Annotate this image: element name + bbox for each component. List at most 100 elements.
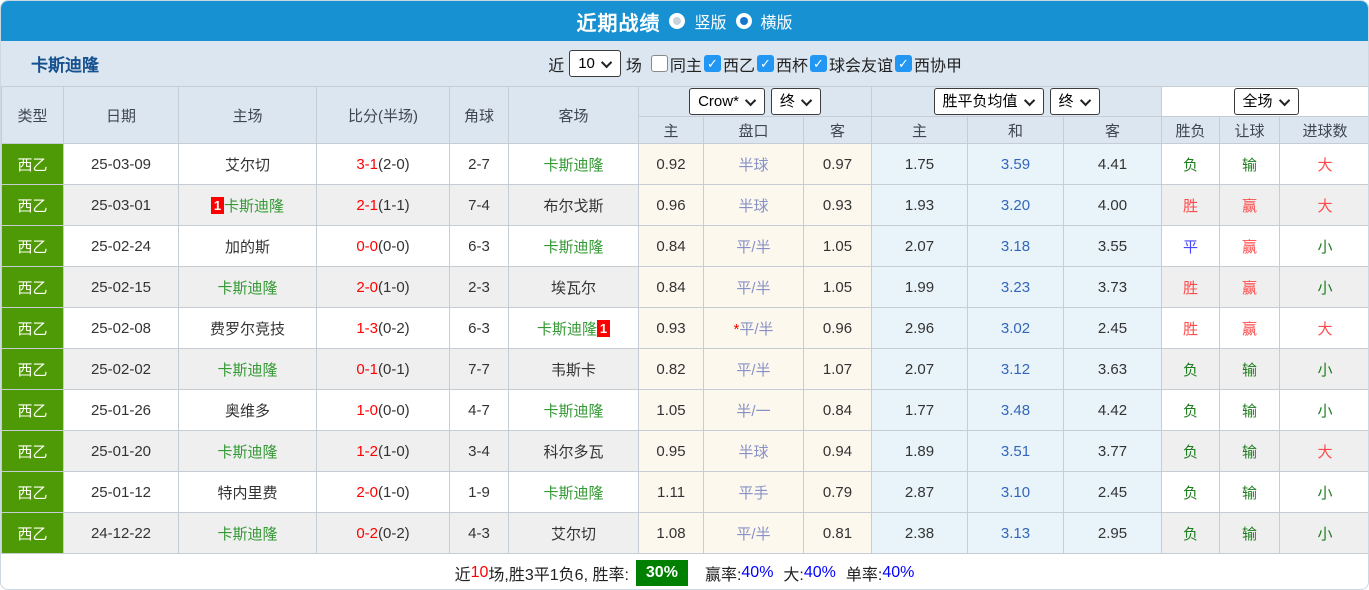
- subcol-result: 胜负: [1161, 116, 1221, 144]
- handicap-away-odds-cell: 0.93: [802, 184, 873, 226]
- handicap-home-odds-cell: 0.95: [638, 430, 704, 472]
- col-header-home: 主场: [178, 86, 317, 144]
- league-cell: 西乙: [1, 471, 64, 513]
- handicap-away-odds-cell: 1.05: [802, 266, 873, 308]
- team-name-heading: 卡斯迪隆: [31, 56, 99, 75]
- recent-count-value: 10: [578, 55, 595, 72]
- score-cell: 3-1(2-0): [316, 143, 450, 185]
- date-cell: 25-02-24: [63, 225, 179, 267]
- handicap-home-odds-cell: 0.93: [638, 307, 704, 349]
- halftime-score: (0-1): [378, 360, 410, 378]
- handicap-away-odds-cell: 0.84: [802, 389, 873, 431]
- avg-odds-select[interactable]: 胜平负均值: [933, 88, 1044, 115]
- home-team-cell: 特内里费: [178, 471, 317, 513]
- col-header-date: 日期: [63, 86, 179, 144]
- score-cell: 2-0(1-0): [316, 471, 450, 513]
- filter-checkbox[interactable]: ✓: [894, 55, 912, 72]
- filter-checkbox-label[interactable]: 同主: [670, 52, 702, 76]
- league-cell: 西乙: [1, 143, 64, 185]
- team-name: 卡斯迪隆: [217, 525, 278, 543]
- result-cell: 胜: [1161, 266, 1221, 308]
- date-cell: 25-01-12: [63, 471, 179, 513]
- home-team-cell: 费罗尔竞技: [178, 307, 317, 349]
- filter-checkbox[interactable]: ✓: [756, 55, 774, 72]
- handicap-line-cell: 平手: [703, 471, 804, 513]
- away-team-cell: 卡斯迪隆: [508, 471, 639, 513]
- filter-bar: 卡斯迪隆 近 10 场 同主 ✓ 西乙 ✓ 西杯 ✓ 球会友谊 ✓ 西协甲: [1, 41, 1368, 86]
- col-header-corners: 角球: [449, 86, 509, 144]
- layout-radio-unselected[interactable]: [669, 13, 686, 29]
- away-team-cell: 埃瓦尔: [508, 266, 639, 308]
- cover-cell: 赢: [1219, 184, 1281, 226]
- results-table: 类型 日期 主场 比分(半场) 角球 客场 Crow* 终 胜平负均值 终 全场…: [1, 86, 1368, 554]
- handicap-home-odds-cell: 1.08: [638, 512, 704, 554]
- avg-home-odds-cell: 1.75: [871, 143, 969, 185]
- avg-home-odds-cell: 2.07: [871, 225, 969, 267]
- cover-rate-label: 赢率:: [704, 567, 742, 584]
- goals-cell: 小: [1279, 512, 1368, 554]
- home-team-cell: 卡斯迪隆: [178, 512, 317, 554]
- result-cell: 平: [1161, 225, 1221, 267]
- period-select[interactable]: 全场: [1233, 88, 1299, 115]
- games-label: 场: [625, 57, 642, 75]
- handicap-line-cell: 平/半: [703, 225, 804, 267]
- chevron-down-icon: [1278, 94, 1290, 106]
- team-name: 卡斯迪隆: [543, 484, 604, 502]
- table-row: 西乙 24-12-22 卡斯迪隆 0-2(0-2) 4-3 艾尔切 1.08 平…: [1, 512, 1368, 554]
- fulltime-score: 2-1: [356, 196, 378, 214]
- filter-checkbox-label[interactable]: 西乙: [723, 52, 755, 76]
- subcol-goals: 进球数: [1279, 116, 1368, 144]
- avg-home-odds-cell: 2.38: [871, 512, 969, 554]
- radio-label[interactable]: 竖版: [694, 9, 726, 33]
- filter-checkbox[interactable]: [650, 55, 668, 72]
- cover-cell: 输: [1219, 512, 1281, 554]
- score-cell: 1-3(0-2): [316, 307, 450, 349]
- avg-away-odds-cell: 4.41: [1063, 143, 1163, 185]
- cover-rate-value: 40%: [741, 564, 774, 581]
- cover-cell: 输: [1219, 389, 1281, 431]
- corners-cell: 3-4: [449, 430, 509, 472]
- goals-cell: 小: [1279, 225, 1368, 267]
- team-name: 韦斯卡: [550, 361, 596, 379]
- corners-cell: 7-4: [449, 184, 509, 226]
- avg-odds-select-value: 胜平负均值: [942, 93, 1018, 110]
- table-row: 西乙 25-02-15 卡斯迪隆 2-0(1-0) 2-3 埃瓦尔 0.84 平…: [1, 266, 1368, 308]
- avg-draw-odds-cell: 3.02: [967, 307, 1065, 349]
- team-name: 奥维多: [224, 402, 270, 420]
- result-cell: 负: [1161, 389, 1221, 431]
- cover-cell: 输: [1219, 430, 1281, 472]
- filter-checkbox[interactable]: ✓: [809, 55, 827, 72]
- subcol-avg-home: 主: [871, 116, 969, 144]
- handicap-away-odds-cell: 1.07: [802, 348, 873, 390]
- avg-home-odds-cell: 1.93: [871, 184, 969, 226]
- result-cell: 负: [1161, 430, 1221, 472]
- date-cell: 25-02-08: [63, 307, 179, 349]
- corners-cell: 6-3: [449, 307, 509, 349]
- layout-radio-selected[interactable]: [735, 13, 752, 29]
- corners-cell: 2-7: [449, 143, 509, 185]
- filter-checkbox[interactable]: ✓: [703, 55, 721, 72]
- goals-cell: 大: [1279, 184, 1368, 226]
- avg-stage-select[interactable]: 终: [1049, 88, 1100, 115]
- corners-cell: 4-3: [449, 512, 509, 554]
- date-cell: 25-02-15: [63, 266, 179, 308]
- avg-draw-odds-cell: 3.59: [967, 143, 1065, 185]
- radio-label[interactable]: 横版: [761, 9, 793, 33]
- recent-count-select[interactable]: 10: [569, 50, 621, 77]
- filter-checkbox-label[interactable]: 西杯: [776, 52, 808, 76]
- away-team-cell: 艾尔切: [508, 512, 639, 554]
- bookmaker-select[interactable]: Crow*: [689, 88, 765, 115]
- handicap-stage-select[interactable]: 终: [770, 88, 821, 115]
- result-cell: 负: [1161, 143, 1221, 185]
- halftime-score: (1-0): [378, 483, 410, 501]
- date-cell: 24-12-22: [63, 512, 179, 554]
- handicap-line-cell: 半球: [703, 430, 804, 472]
- subcol-avg-draw: 和: [967, 116, 1065, 144]
- date-cell: 25-01-20: [63, 430, 179, 472]
- avg-draw-odds-cell: 3.13: [967, 512, 1065, 554]
- handicap-line-cell: 平/半: [703, 266, 804, 308]
- filter-checkbox-label[interactable]: 西协甲: [914, 52, 962, 76]
- home-team-cell: 加的斯: [178, 225, 317, 267]
- filter-checkbox-label[interactable]: 球会友谊: [829, 52, 893, 76]
- avg-away-odds-cell: 2.95: [1063, 512, 1163, 554]
